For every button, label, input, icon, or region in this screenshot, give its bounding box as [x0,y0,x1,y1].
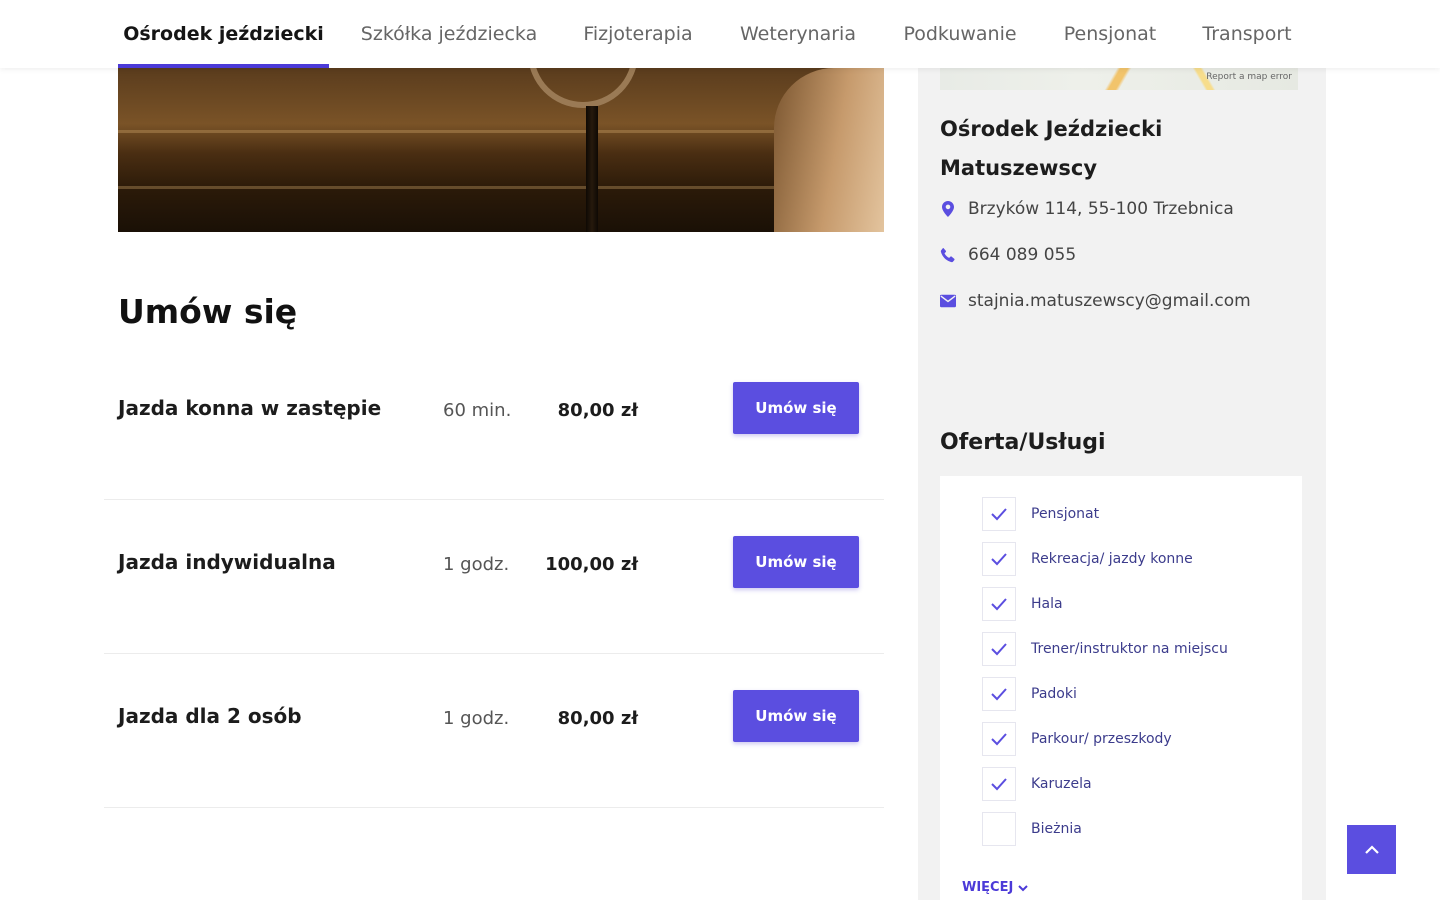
service-row: Jazda dla 2 osób 1 godz. 80,00 zł Umów s… [104,654,884,808]
offer-checkbox[interactable] [982,542,1016,576]
phone-icon [940,247,956,263]
check-icon [991,733,1007,746]
offer-label: Rekreacja/ jazdy konne [1031,551,1193,567]
offer-checkbox[interactable] [982,722,1016,756]
address-text: Brzyków 114, 55-100 Trzebnica [968,199,1234,219]
location-pin-icon [940,201,956,217]
service-price: 100,00 zł [545,554,638,575]
section-title: Umów się [118,292,298,331]
offer-label: Karuzela [1031,776,1092,792]
contact-phone: 664 089 055 [940,245,1076,265]
service-duration: 60 min. [443,400,512,421]
service-price: 80,00 zł [557,400,638,421]
tab-podkuwanie[interactable]: Podkuwanie [889,0,1031,68]
map-road [1088,68,1148,90]
tab-osrodek-jezdziecki[interactable]: Ośrodek jeździecki [118,0,329,68]
tab-weterynaria[interactable]: Weterynaria [725,0,871,68]
offer-item: Parkour/ przeszkody [982,722,1172,756]
service-price: 80,00 zł [557,708,638,729]
offer-item: Padoki [982,677,1077,711]
sidebar: Report a map error Ośrodek Jeździecki Ma… [918,68,1326,900]
book-button[interactable]: Umów się [733,690,859,742]
offer-label: Parkour/ przeszkody [1031,731,1172,747]
service-name: Jazda indywidualna [118,550,336,574]
hero-plank [118,186,884,189]
offer-label: Bieżnia [1031,821,1082,837]
scroll-top-button[interactable] [1347,825,1396,874]
top-navigation: Ośrodek jeździecki Szkółka jeździecka Fi… [0,0,1440,68]
map-report-link[interactable]: Report a map error [1206,72,1292,82]
service-duration: 1 godz. [443,708,510,729]
contact-email: stajnia.matuszewscy@gmail.com [940,291,1251,311]
check-icon [991,598,1007,611]
hero-image [118,68,884,232]
offer-label: Trener/instruktor na miejscu [1031,641,1228,657]
tab-fizjoterapia[interactable]: Fizjoterapia [570,0,706,68]
check-icon [991,688,1007,701]
offer-checkbox[interactable] [982,587,1016,621]
service-name: Jazda konna w zastępie [118,396,382,420]
offer-checkbox[interactable] [982,767,1016,801]
chevron-up-icon [1364,844,1379,854]
hero-rope [586,106,598,232]
service-row: Jazda konna w zastępie 60 min. 80,00 zł … [104,346,884,500]
book-button[interactable]: Umów się [733,536,859,588]
book-button[interactable]: Umów się [733,382,859,434]
offer-item: Pensjonat [982,497,1099,531]
offer-checkbox[interactable] [982,632,1016,666]
service-row: Jazda indywidualna 1 godz. 100,00 zł Umó… [104,500,884,654]
offer-item: Karuzela [982,767,1092,801]
tab-pensjonat[interactable]: Pensjonat [1050,0,1170,68]
check-icon [991,553,1007,566]
check-icon [991,508,1007,521]
more-link-label: WIĘCEJ [962,880,1014,895]
offer-card: Pensjonat Rekreacja/ jazdy konne Hala Tr… [940,476,1302,900]
hero-plank [118,130,884,133]
hero-horse [774,68,884,232]
offer-item: Bieżnia [982,812,1082,846]
offer-item: Trener/instruktor na miejscu [982,632,1228,666]
check-icon [991,643,1007,656]
offer-checkbox[interactable] [982,812,1016,846]
phone-text[interactable]: 664 089 055 [968,245,1076,265]
service-duration: 1 godz. [443,554,510,575]
offer-label: Pensjonat [1031,506,1100,522]
offer-title: Oferta/Usługi [940,430,1106,455]
offer-label: Padoki [1031,686,1077,702]
email-text[interactable]: stajnia.matuszewscy@gmail.com [968,291,1251,311]
offer-checkbox[interactable] [982,677,1016,711]
more-link[interactable]: WIĘCEJ [962,880,1029,895]
check-icon [991,778,1007,791]
hero-halter [528,68,638,108]
offer-item: Hala [982,587,1063,621]
offer-checkbox[interactable] [982,497,1016,531]
facility-name: Ośrodek Jeździecki Matuszewscy [940,117,1163,180]
offer-label: Hala [1031,596,1063,612]
tab-transport[interactable]: Transport [1188,0,1306,68]
chevron-down-icon [1018,884,1029,891]
contact-address: Brzyków 114, 55-100 Trzebnica [940,199,1234,219]
offer-item: Rekreacja/ jazdy konne [982,542,1193,576]
service-name: Jazda dla 2 osób [118,704,302,728]
envelope-icon [940,293,956,309]
tab-szkolka-jezdziecka[interactable]: Szkółka jeździecka [347,0,551,68]
map-preview[interactable]: Report a map error [940,68,1298,90]
